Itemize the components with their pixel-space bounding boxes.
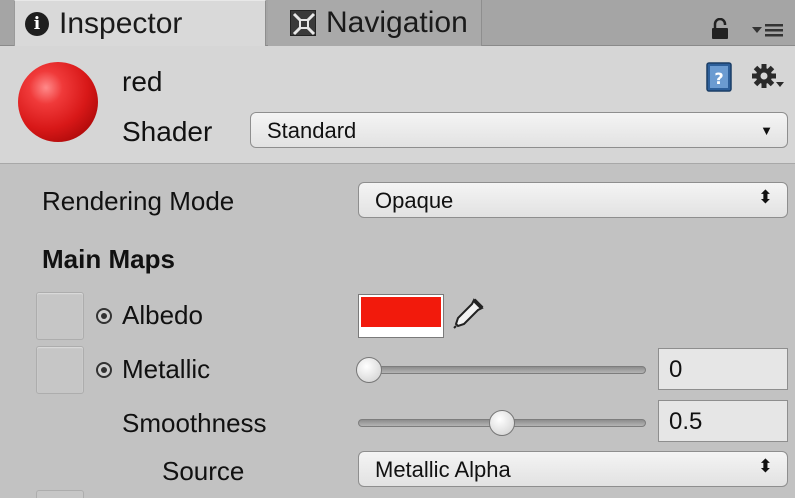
- gear-icon[interactable]: [752, 64, 784, 92]
- albedo-color-fill: [361, 297, 441, 327]
- albedo-texture-slot[interactable]: [36, 292, 84, 340]
- info-icon: i: [25, 12, 49, 36]
- tab-navigation[interactable]: Navigation: [268, 0, 482, 46]
- svg-text:?: ?: [714, 69, 723, 88]
- material-header: red Shader Standard ▼ ?: [0, 46, 795, 164]
- updown-arrows-icon: ⬍: [757, 456, 773, 476]
- albedo-object-picker-icon[interactable]: [96, 308, 112, 324]
- metallic-value-field[interactable]: 0: [658, 348, 788, 390]
- source-label: Source: [162, 456, 245, 486]
- metallic-slider-thumb[interactable]: [356, 357, 382, 383]
- albedo-alpha-strip: [361, 329, 441, 335]
- metallic-texture-slot[interactable]: [36, 346, 84, 394]
- navmesh-icon: [290, 10, 316, 36]
- shader-dropdown[interactable]: Standard ▼: [250, 112, 788, 148]
- updown-arrows-icon: ⬍: [757, 187, 773, 207]
- main-maps-title: Main Maps: [42, 244, 175, 274]
- tab-bar: i Inspector Navigation: [0, 0, 795, 47]
- metallic-label: Metallic: [122, 354, 211, 384]
- source-value: Metallic Alpha: [375, 457, 511, 482]
- lock-icon[interactable]: [710, 18, 730, 40]
- tab-menu-icon[interactable]: [750, 22, 784, 38]
- material-preview-sphere: [18, 62, 98, 142]
- next-texture-slot[interactable]: [36, 490, 84, 498]
- shader-dropdown-value: Standard: [267, 118, 357, 143]
- chevron-down-icon: ▼: [760, 123, 773, 138]
- eyedropper-icon[interactable]: [450, 296, 486, 332]
- metallic-object-picker-icon[interactable]: [96, 362, 112, 378]
- smoothness-slider-thumb[interactable]: [489, 410, 515, 436]
- albedo-label: Albedo: [122, 300, 203, 330]
- rendering-mode-value: Opaque: [375, 188, 454, 213]
- metallic-value: 0: [669, 356, 683, 383]
- metallic-slider-track[interactable]: [358, 366, 646, 374]
- tab-inspector-label: Inspector: [59, 7, 183, 40]
- tab-inspector[interactable]: i Inspector: [14, 0, 266, 47]
- material-name: red: [122, 66, 163, 97]
- source-dropdown[interactable]: Metallic Alpha ⬍: [358, 451, 788, 487]
- rendering-mode-dropdown[interactable]: Opaque ⬍: [358, 182, 788, 218]
- help-book-icon[interactable]: ?: [706, 62, 732, 92]
- smoothness-value-field[interactable]: 0.5: [658, 400, 788, 442]
- shader-label: Shader: [122, 116, 213, 147]
- tab-navigation-label: Navigation: [326, 6, 468, 39]
- rendering-mode-label: Rendering Mode: [42, 186, 235, 216]
- albedo-color-swatch[interactable]: [358, 294, 444, 338]
- smoothness-label: Smoothness: [122, 408, 267, 438]
- smoothness-value: 0.5: [669, 408, 703, 435]
